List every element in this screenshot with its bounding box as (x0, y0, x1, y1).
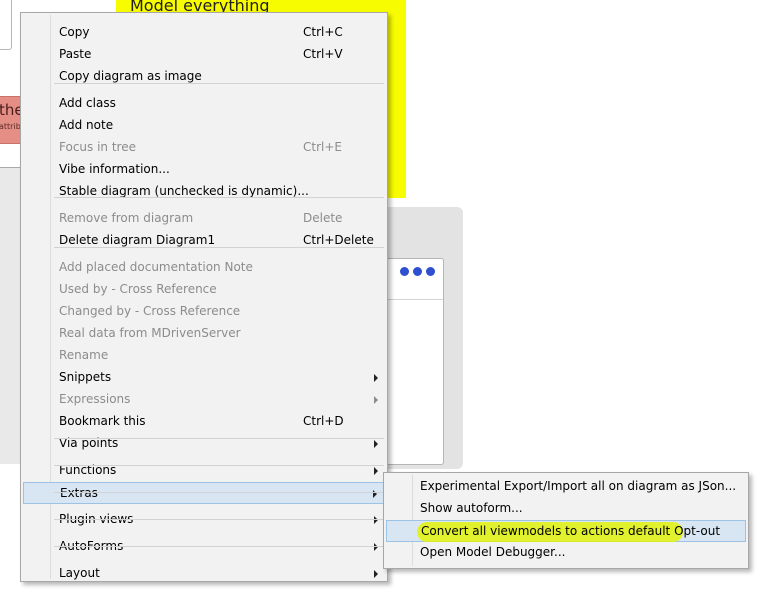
menu-item-bookmark-this[interactable]: Bookmark this Ctrl+D (23, 411, 385, 433)
menu-item-stable-diagram-unchecked-is-dynamic[interactable]: Stable diagram (unchecked is dynamic)... (23, 181, 385, 203)
submenu-arrow-icon (374, 396, 378, 404)
context-menu: Copy Ctrl+C Paste Ctrl+V Copy diagram as ima… (20, 12, 388, 582)
menu-item-add-note[interactable]: Add note (23, 115, 385, 137)
menu-item-label: Focus in tree (59, 140, 136, 154)
diagram-card-top-left[interactable] (0, 0, 12, 50)
submenu-item-label: Convert all viewmodels to actions defaul… (421, 524, 721, 538)
menu-item-remove-from-diagram[interactable]: Remove from diagram Delete (23, 208, 385, 230)
dot-icon (413, 267, 422, 276)
menu-item-label: Delete diagram Diagram1 (59, 233, 216, 247)
menu-item-label: Expressions (59, 392, 131, 406)
menu-item-copy-diagram-as-image[interactable]: Copy diagram as image (23, 66, 385, 88)
submenu-arrow-icon (374, 543, 378, 551)
submenu-item-convert-all-viewmodels-to-actions-default-opt-out[interactable]: Convert all viewmodels to actions defaul… (386, 520, 746, 542)
submenu-arrow-icon (374, 516, 378, 524)
menu-item-rename[interactable]: Rename (23, 345, 385, 367)
submenu-arrow-icon (374, 374, 378, 382)
menu-item-label: Rename (59, 348, 109, 362)
menu-item-label: Remove from diagram (59, 211, 194, 225)
more-icon[interactable] (400, 267, 435, 276)
menu-item-label: Real data from MDrivenServer (59, 326, 241, 340)
menu-item-plugin-views[interactable]: Plugin views (23, 509, 385, 531)
menu-item-label: Used by - Cross Reference (59, 282, 217, 296)
submenu-item-experimental-export-import-all-on-diagram-as-json[interactable]: Experimental Export/Import all on diagra… (386, 476, 746, 498)
menu-item-real-data-from-mdrivenserver[interactable]: Real data from MDrivenServer (23, 323, 385, 345)
menu-item-shortcut: Delete (303, 211, 343, 225)
submenu-item-open-model-debugger[interactable]: Open Model Debugger... (386, 542, 746, 564)
menu-item-label: Snippets (59, 370, 112, 384)
menu-item-changed-by-cross-reference[interactable]: Changed by - Cross Reference (23, 301, 385, 323)
menu-item-expressions[interactable]: Expressions (23, 389, 385, 411)
dot-icon (426, 267, 435, 276)
menu-separator (54, 438, 384, 439)
submenu-item-label: Experimental Export/Import all on diagra… (420, 479, 737, 493)
menu-item-copy[interactable]: Copy Ctrl+C (23, 22, 385, 44)
menu-item-add-placed-documentation-note[interactable]: Add placed documentation Note (23, 257, 385, 279)
menu-item-snippets[interactable]: Snippets (23, 367, 385, 389)
submenu-arrow-icon (374, 440, 378, 448)
menu-item-used-by-cross-reference[interactable]: Used by - Cross Reference (23, 279, 385, 301)
menu-separator (54, 492, 384, 493)
menu-item-shortcut: Ctrl+D (303, 414, 344, 428)
submenu-item-label: Open Model Debugger... (420, 545, 566, 559)
menu-item-label: Extras (60, 486, 98, 500)
menu-item-label: Paste (59, 47, 92, 61)
menu-item-label: Copy diagram as image (59, 69, 202, 83)
menu-item-functions[interactable]: Functions (23, 460, 385, 482)
menu-item-paste[interactable]: Paste Ctrl+V (23, 44, 385, 66)
menu-item-label: Changed by - Cross Reference (59, 304, 241, 318)
menu-separator (54, 546, 384, 547)
submenu-arrow-icon (374, 570, 378, 578)
menu-item-vibe-information[interactable]: Vibe information... (23, 159, 385, 181)
menu-item-shortcut: Ctrl+V (303, 47, 343, 61)
menu-item-focus-in-tree[interactable]: Focus in tree Ctrl+E (23, 137, 385, 159)
dot-icon (400, 267, 409, 276)
menu-item-label: Add placed documentation Note (59, 260, 253, 274)
menu-separator (54, 247, 384, 248)
menu-item-label: Add note (59, 118, 114, 132)
menu-item-label: Stable diagram (unchecked is dynamic)... (59, 184, 309, 198)
menu-item-label: Layout (59, 566, 100, 580)
menu-item-label: Vibe information... (59, 162, 170, 176)
menu-item-label: Copy (59, 25, 90, 39)
menu-separator (54, 465, 384, 466)
menu-item-label: Add class (59, 96, 116, 110)
menu-item-via-points[interactable]: Via points (23, 433, 385, 455)
menu-separator (54, 519, 384, 520)
diagram-panel-left[interactable] (0, 167, 22, 464)
menu-item-shortcut: Ctrl+E (303, 140, 342, 154)
menu-item-delete-diagram-diagram1[interactable]: Delete diagram Diagram1 Ctrl+Delete (23, 230, 385, 252)
menu-item-shortcut: Ctrl+Delete (303, 233, 374, 247)
menu-item-autoforms[interactable]: AutoForms (23, 536, 385, 558)
menu-separator (54, 197, 384, 198)
menu-item-extras[interactable]: Extras (23, 482, 385, 504)
menu-separator (54, 83, 384, 84)
submenu-arrow-icon (374, 467, 378, 475)
menu-item-shortcut: Ctrl+C (303, 25, 343, 39)
menu-item-add-class[interactable]: Add class (23, 93, 385, 115)
submenu-item-show-autoform[interactable]: Show autoform... (386, 498, 746, 520)
extras-submenu: Experimental Export/Import all on diagra… (383, 472, 749, 569)
submenu-item-label: Show autoform... (420, 501, 523, 515)
menu-item-layout[interactable]: Layout (23, 563, 385, 585)
menu-item-label: Bookmark this (59, 414, 146, 428)
